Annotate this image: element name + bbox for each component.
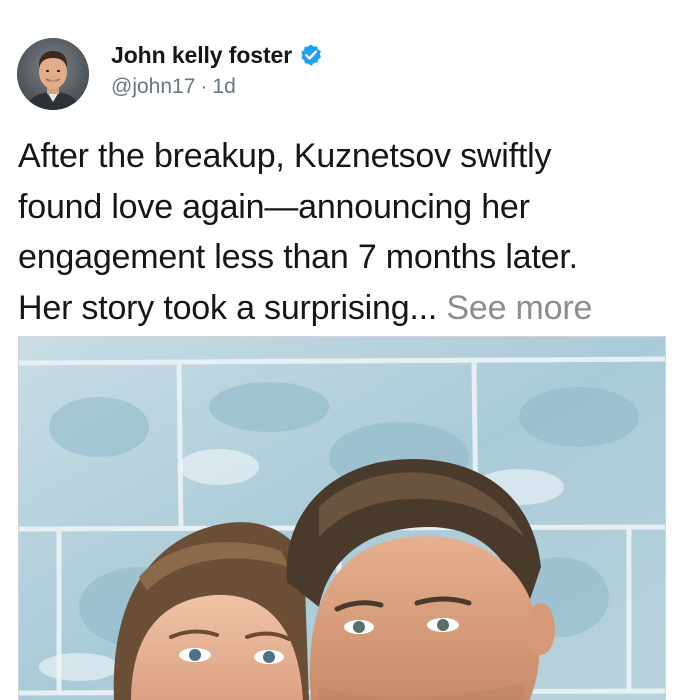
verified-badge-icon: [299, 43, 323, 67]
author-avatar[interactable]: [17, 38, 89, 110]
meta-separator: ·: [200, 75, 208, 98]
see-more-link[interactable]: See more: [446, 289, 592, 327]
tweet-media-photo[interactable]: [18, 336, 666, 700]
author-identity: John kelly foster @john17 · 1d: [111, 38, 323, 100]
tweet-timestamp[interactable]: 1d: [212, 75, 235, 99]
tweet-body-truncated-text: Her story took a surprising...: [18, 288, 438, 327]
tweet-body: After the breakup, Kuznetsov swiftly fou…: [18, 131, 690, 333]
name-row: John kelly foster: [111, 40, 323, 70]
tweet-body-line: found love again—announcing her: [18, 187, 530, 226]
tweet-body-line: engagement less than 7 months later.: [18, 238, 578, 276]
author-display-name[interactable]: John kelly foster: [111, 42, 292, 69]
tweet-card: John kelly foster @john17 · 1d After the…: [0, 0, 700, 700]
author-handle[interactable]: @john17: [111, 75, 195, 99]
tweet-body-line: After the breakup, Kuznetsov swiftly: [18, 137, 552, 175]
couple-photo-icon: [19, 337, 665, 700]
avatar-photo-icon: [17, 38, 89, 110]
tweet-header: John kelly foster @john17 · 1d: [17, 38, 323, 110]
tweet-meta: @john17 · 1d: [111, 74, 323, 100]
tweet-body-line-last: Her story took a surprising... See more: [18, 283, 690, 334]
